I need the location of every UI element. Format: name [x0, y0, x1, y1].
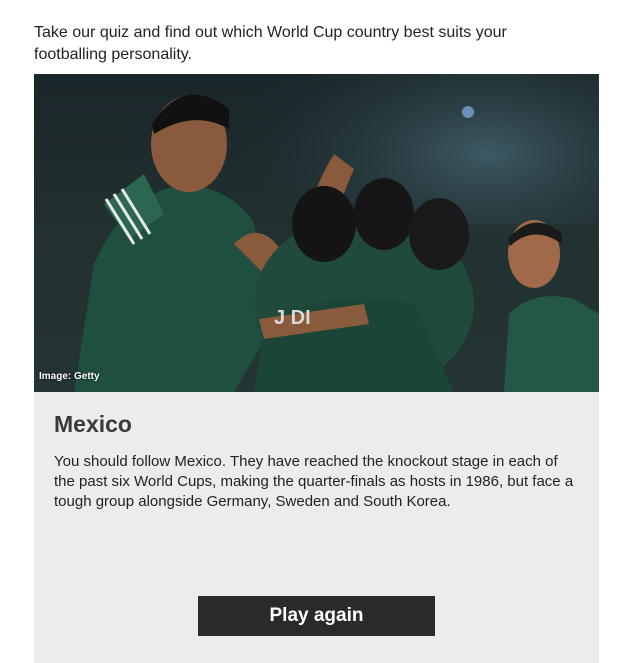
- image-credit: Image: Getty: [39, 371, 100, 382]
- quiz-intro-text: Take our quiz and find out which World C…: [34, 24, 507, 63]
- mexico-team-celebration-image: J DI: [34, 74, 599, 392]
- play-again-button[interactable]: Play again: [198, 596, 435, 636]
- svg-text:J DI: J DI: [274, 307, 311, 329]
- result-description: You should follow Mexico. They have reac…: [54, 453, 574, 510]
- result-photo: J DI Image: Getty: [34, 74, 599, 392]
- result-card: J DI Image: Getty Mexico You should foll…: [34, 74, 599, 663]
- result-country-title: Mexico: [54, 411, 132, 437]
